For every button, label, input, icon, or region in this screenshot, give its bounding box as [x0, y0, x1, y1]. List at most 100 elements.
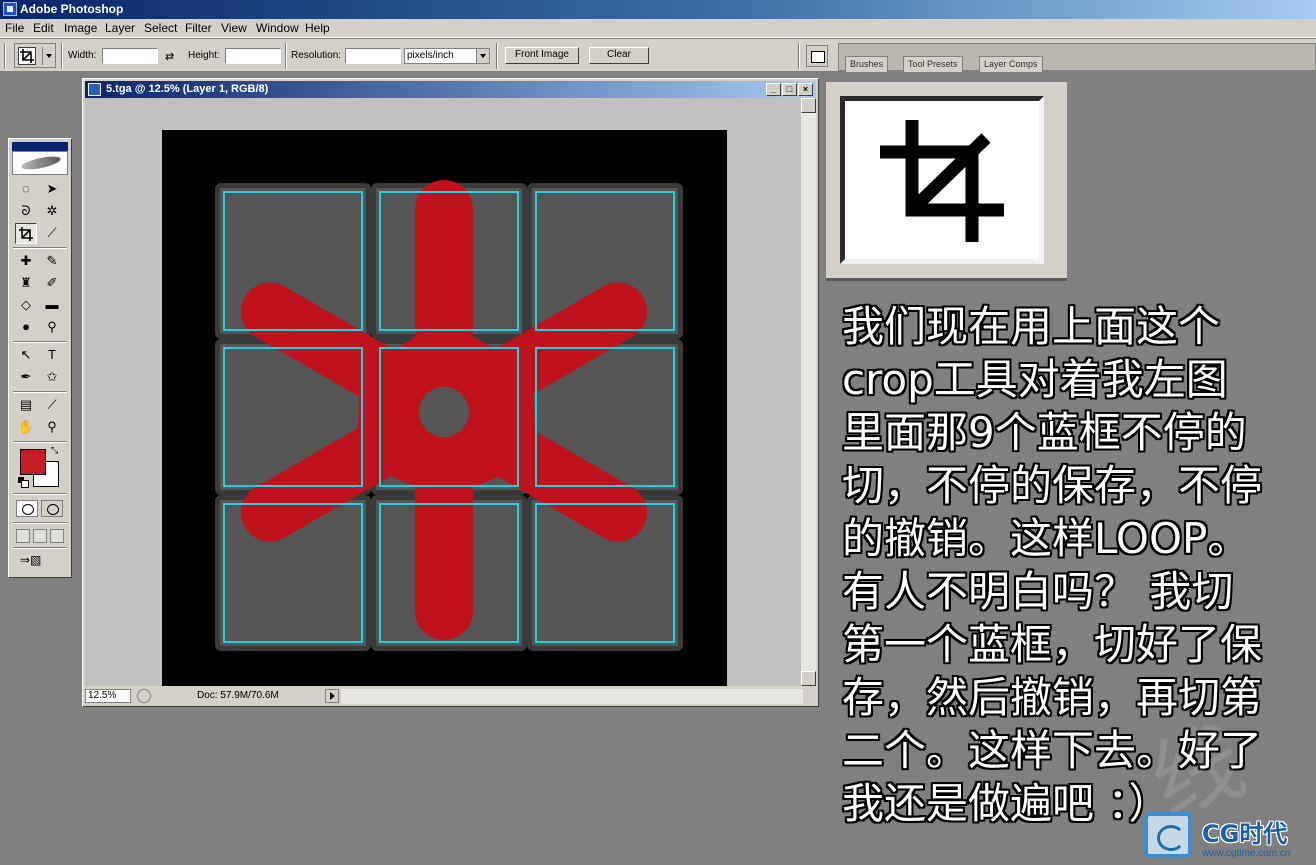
- resolution-unit-select[interactable]: pixels/inch: [404, 48, 490, 64]
- document-size-info: Doc: 57.9M/70.6M: [197, 690, 279, 701]
- clear-button[interactable]: Clear: [589, 47, 649, 64]
- crop-icon: [880, 120, 1004, 242]
- canvas-artwork: [215, 180, 683, 651]
- full-screen-mode-button[interactable]: [50, 529, 64, 543]
- minimize-button[interactable]: _: [766, 83, 781, 96]
- quick-mask-mode-button[interactable]: [41, 500, 63, 517]
- menu-window[interactable]: Window: [256, 21, 299, 35]
- foreground-color-swatch[interactable]: [20, 449, 46, 475]
- slice-tool-icon[interactable]: ⟋: [41, 223, 63, 244]
- palette-well-icon[interactable]: [806, 45, 828, 67]
- menu-view[interactable]: View: [221, 21, 247, 35]
- tutorial-line: 的撤销。这样LOOP。: [842, 514, 1250, 563]
- height-input[interactable]: [225, 48, 281, 64]
- document-status-bar: 12.5% Doc: 57.9M/70.6M: [85, 688, 816, 705]
- menu-layer[interactable]: Layer: [105, 21, 135, 35]
- toolbox-separator: [13, 493, 67, 495]
- default-colors-icon[interactable]: [18, 477, 29, 488]
- crop-tool-zoomed-illustration: [826, 82, 1067, 281]
- magic-wand-tool-icon[interactable]: ✲: [41, 201, 63, 222]
- toolbox-separator: [13, 522, 67, 524]
- tutorial-line: crop工具对着我左图: [842, 355, 1228, 404]
- tutorial-line: 存，然后撤销，再切第: [842, 673, 1263, 722]
- toolbox-separator: [13, 247, 67, 249]
- options-separator: [61, 43, 63, 69]
- star-center-hole: [419, 387, 469, 437]
- custom-shape-tool-icon[interactable]: ✩: [41, 367, 63, 388]
- toolbox-separator: [13, 341, 67, 343]
- move-tool-icon[interactable]: ➤: [41, 179, 63, 200]
- canvas-area[interactable]: [85, 98, 801, 686]
- app-title-bar: Adobe Photoshop: [0, 0, 1316, 19]
- toolbox: ◌ ➤ ᘐ ✲ ⟋ ✚ ✎ ♜ ✐ ◇ ▬ ● ⚲ ↖ T ✒ ✩ ▤ ⟋ ✋ …: [8, 138, 72, 578]
- blur-tool-icon[interactable]: ●: [15, 317, 37, 338]
- width-input[interactable]: [102, 48, 158, 64]
- menu-bar: File Edit Image Layer Select Filter View…: [0, 19, 1316, 38]
- swap-width-height-icon[interactable]: ⇄: [165, 50, 174, 63]
- tool-preset-picker[interactable]: [14, 43, 56, 68]
- maximize-button[interactable]: □: [782, 83, 797, 96]
- close-button[interactable]: ×: [798, 83, 813, 96]
- tutorial-line: 我们现在用上面这个: [842, 302, 1221, 351]
- zoom-level-field[interactable]: 12.5%: [85, 689, 131, 703]
- tab-tool-presets[interactable]: Tool Presets: [903, 56, 963, 72]
- menu-select[interactable]: Select: [144, 21, 177, 35]
- eyedropper-tool-icon[interactable]: ⟋: [41, 395, 63, 416]
- chevron-down-icon: [476, 49, 489, 63]
- marquee-tool-icon[interactable]: ◌: [15, 179, 37, 200]
- document-window: 5.tga @ 12.5% (Layer 1, RGB/8) _ □ × 12.…: [82, 78, 819, 707]
- feather-icon: [20, 153, 62, 173]
- scroll-down-button[interactable]: [801, 671, 816, 686]
- eraser-tool-icon[interactable]: ◇: [15, 295, 37, 316]
- resolution-input[interactable]: [345, 48, 401, 64]
- image-canvas[interactable]: [162, 130, 727, 686]
- standard-mode-button[interactable]: [16, 500, 38, 517]
- horizontal-scrollbar[interactable]: [341, 689, 803, 704]
- hand-tool-icon[interactable]: ✋: [15, 417, 37, 438]
- document-icon: [88, 83, 101, 96]
- dodge-tool-icon[interactable]: ⚲: [41, 317, 63, 338]
- type-tool-icon[interactable]: T: [41, 345, 63, 366]
- lasso-tool-icon[interactable]: ᘐ: [15, 201, 37, 222]
- jump-to-imageready-button[interactable]: ⇒▧: [20, 553, 56, 571]
- status-info-icon[interactable]: [137, 689, 151, 703]
- front-image-button[interactable]: Front Image: [505, 47, 579, 64]
- resolution-unit-value: pixels/inch: [407, 50, 454, 61]
- path-selection-tool-icon[interactable]: ↖: [15, 345, 37, 366]
- status-menu-arrow-icon[interactable]: [325, 689, 339, 703]
- photoshop-app-icon: [3, 2, 17, 16]
- tab-layer-comps[interactable]: Layer Comps: [979, 56, 1043, 72]
- menu-file[interactable]: File: [5, 21, 24, 35]
- brush-tool-icon[interactable]: ✎: [41, 251, 63, 272]
- full-screen-menu-mode-button[interactable]: [33, 529, 47, 543]
- menu-filter[interactable]: Filter: [185, 21, 212, 35]
- pen-tool-icon[interactable]: ✒: [15, 367, 37, 388]
- tutorial-line: 第一个蓝框，切好了保: [842, 620, 1263, 669]
- gradient-tool-icon[interactable]: ▬: [41, 295, 63, 316]
- crop-tool-icon[interactable]: [15, 223, 37, 244]
- swap-colors-icon[interactable]: ⤡: [51, 445, 58, 456]
- document-title-bar[interactable]: 5.tga @ 12.5% (Layer 1, RGB/8) _ □ ×: [85, 81, 816, 98]
- adobe-online-button[interactable]: [12, 151, 68, 175]
- menu-image[interactable]: Image: [64, 21, 97, 35]
- scroll-up-button[interactable]: [801, 98, 816, 113]
- zoom-tool-icon[interactable]: ⚲: [41, 417, 63, 438]
- options-bar-grip[interactable]: [4, 43, 6, 69]
- history-brush-tool-icon[interactable]: ✐: [41, 273, 63, 294]
- options-separator: [496, 43, 498, 69]
- watermark-brand: CG时代: [1202, 820, 1288, 848]
- tab-brushes[interactable]: Brushes: [845, 56, 889, 72]
- menu-help[interactable]: Help: [305, 21, 330, 35]
- resolution-label: Resolution:: [291, 50, 342, 61]
- vertical-scrollbar[interactable]: [801, 98, 816, 686]
- notes-tool-icon[interactable]: ▤: [15, 395, 37, 416]
- standard-screen-mode-button[interactable]: [16, 529, 30, 543]
- palette-well: Brushes Tool Presets Layer Comps: [838, 43, 1316, 72]
- clone-stamp-tool-icon[interactable]: ♜: [15, 273, 37, 294]
- crop-icon: [18, 47, 36, 65]
- toolbox-title-bar[interactable]: [12, 142, 68, 151]
- tutorial-line: 里面那9个蓝框不停的: [842, 408, 1247, 457]
- watermark-url: www.cgtime.com.cn: [1202, 848, 1291, 859]
- healing-brush-tool-icon[interactable]: ✚: [15, 251, 37, 272]
- menu-edit[interactable]: Edit: [33, 21, 54, 35]
